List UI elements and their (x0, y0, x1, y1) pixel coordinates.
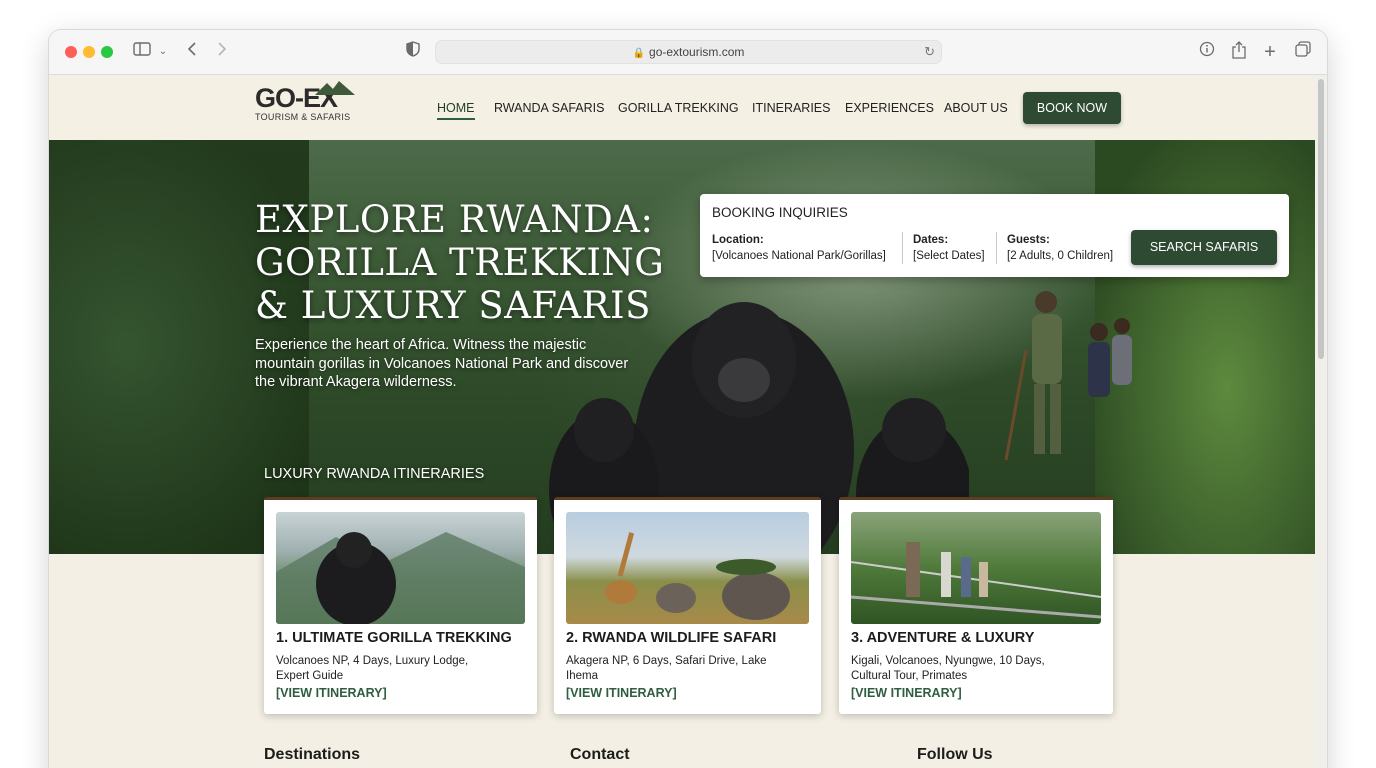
share-icon[interactable] (1229, 41, 1249, 63)
hero-description: Experience the heart of Africa. Witness … (255, 337, 629, 390)
nav-rwanda-safaris[interactable]: RWANDA SAFARIS (494, 101, 604, 115)
url-text: go-extourism.com (649, 45, 745, 59)
hero-title-line-2: GORILLA TREKKING (255, 241, 665, 284)
itinerary-card[interactable]: 3. ADVENTURE & LUXURY Kigali, Volcanoes,… (839, 497, 1113, 714)
site-logo[interactable]: GO-EX TOURISM & SAFARIS (255, 81, 355, 122)
new-tab-icon[interactable]: + (1261, 41, 1279, 63)
reload-icon[interactable]: ↻ (924, 41, 935, 63)
booking-title: BOOKING INQUIRIES (712, 205, 848, 220)
card-description: Volcanoes NP, 4 Days, Luxury Lodge, Expe… (276, 655, 469, 682)
view-itinerary-link[interactable]: [VIEW ITINERARY] (566, 686, 677, 700)
privacy-shield-icon[interactable] (403, 41, 423, 63)
search-safaris-button[interactable]: SEARCH SAFARIS (1131, 230, 1277, 265)
hero-title-line-1: EXPLORE RWANDA: (255, 198, 654, 241)
sidebar-icon[interactable] (131, 41, 153, 63)
mountain-logo-icon (315, 81, 355, 95)
lock-icon: 🔒 (632, 48, 646, 59)
itinerary-card[interactable]: 2. RWANDA WILDLIFE SAFARI Akagera NP, 6 … (554, 497, 821, 714)
card-title: 3. ADVENTURE & LUXURY (851, 630, 1035, 646)
card-description: Akagera NP, 6 Days, Safari Drive, Lake I… (566, 655, 767, 682)
footer-follow-heading: Follow Us (917, 746, 993, 763)
guests-label: Guests: (1007, 234, 1050, 246)
footer-contact-heading: Contact (570, 746, 630, 763)
card-title: 1. ULTIMATE GORILLA TREKKING (276, 630, 512, 646)
nav-itineraries[interactable]: ITINERARIES (752, 101, 831, 115)
trekkers-image (1004, 291, 1132, 461)
dates-value[interactable]: [Select Dates] (913, 248, 985, 264)
location-label: Location: (712, 234, 764, 246)
location-value[interactable]: [Volcanoes National Park/Gorillas] (712, 248, 886, 264)
browser-window: ⌄ 🔒 go-extourism.com ↻ + GO-EX TOURISM & … (49, 30, 1327, 768)
card-image-gorilla (276, 512, 525, 624)
browser-toolbar: ⌄ 🔒 go-extourism.com ↻ + (49, 30, 1327, 75)
book-now-button[interactable]: BOOK NOW (1023, 92, 1121, 124)
field-divider (902, 232, 903, 264)
info-icon[interactable] (1197, 41, 1217, 63)
chevron-down-icon[interactable]: ⌄ (157, 41, 169, 63)
forward-icon[interactable] (213, 41, 231, 63)
tab-overview-icon[interactable] (1293, 41, 1313, 63)
minimize-window-button[interactable] (83, 46, 95, 58)
nav-about-us[interactable]: ABOUT US (944, 101, 1008, 115)
dates-field[interactable]: Dates: [Select Dates] (913, 232, 985, 264)
nav-home[interactable]: HOME (437, 101, 475, 120)
scrollbar-thumb[interactable] (1318, 79, 1324, 359)
itinerary-card[interactable]: 1. ULTIMATE GORILLA TREKKING Volcanoes N… (264, 497, 537, 714)
location-field[interactable]: Location: [Volcanoes National Park/Goril… (712, 232, 886, 264)
address-bar[interactable]: 🔒 go-extourism.com ↻ (435, 40, 942, 64)
back-icon[interactable] (183, 41, 201, 63)
close-window-button[interactable] (65, 46, 77, 58)
hero-title-line-3: & LUXURY SAFARIS (255, 284, 651, 327)
dates-label: Dates: (913, 234, 949, 246)
hero-title: EXPLORE RWANDA: GORILLA TREKKING & LUXUR… (255, 198, 675, 327)
nav-experiences[interactable]: EXPERIENCES (845, 101, 934, 115)
logo-sub-text: TOURISM & SAFARIS (255, 112, 351, 122)
nav-gorilla-trekking[interactable]: GORILLA TREKKING (618, 101, 739, 115)
guests-value[interactable]: [2 Adults, 0 Children] (1007, 248, 1113, 264)
page-scrollbar[interactable] (1315, 75, 1327, 768)
zoom-window-button[interactable] (101, 46, 113, 58)
field-divider (996, 232, 997, 264)
view-itinerary-link[interactable]: [VIEW ITINERARY] (276, 686, 387, 700)
view-itinerary-link[interactable]: [VIEW ITINERARY] (851, 686, 962, 700)
footer-destinations-heading: Destinations (264, 746, 361, 763)
itineraries-heading: LUXURY RWANDA ITINERARIES (264, 466, 485, 482)
card-description: Kigali, Volcanoes, Nyungwe, 10 Days, Cul… (851, 655, 1045, 682)
card-title: 2. RWANDA WILDLIFE SAFARI (566, 630, 777, 646)
site-header: GO-EX TOURISM & SAFARIS HOME RWANDA SAFA… (49, 75, 1315, 140)
card-image-safari (566, 512, 809, 624)
guests-field[interactable]: Guests: [2 Adults, 0 Children] (1007, 232, 1113, 264)
card-image-canopy-walk (851, 512, 1101, 624)
booking-panel: BOOKING INQUIRIES Location: [Volcanoes N… (700, 194, 1289, 277)
